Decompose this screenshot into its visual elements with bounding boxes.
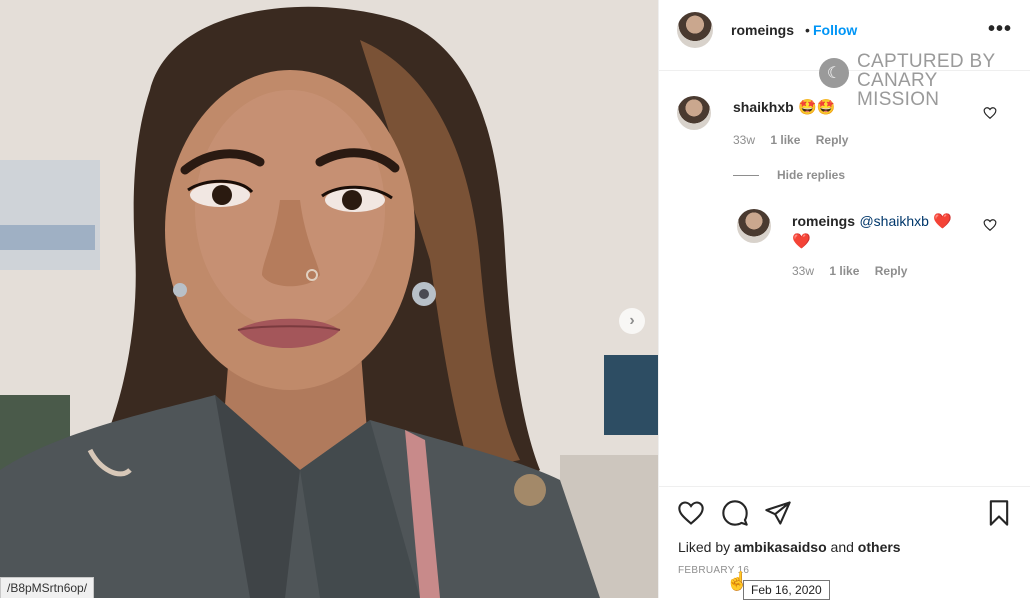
hide-replies-button[interactable]: Hide replies <box>777 168 845 182</box>
watermark-text: CAPTURED BY CANARY MISSION <box>857 52 1024 109</box>
reply-time: 33w <box>792 264 815 278</box>
reply-likes[interactable]: 1 like <box>829 264 859 278</box>
comment-username[interactable]: shaikhxb <box>733 99 794 115</box>
comment-meta: 33w 1 like Reply <box>733 133 860 147</box>
header-username[interactable]: romeings <box>731 22 794 38</box>
bookmark-icon[interactable] <box>985 499 1013 527</box>
reply-text: ❤️ <box>933 213 953 230</box>
liked-and: and <box>830 539 854 555</box>
avatar[interactable] <box>737 209 771 243</box>
liked-others-link[interactable]: others <box>858 539 901 555</box>
date-tooltip: Feb 16, 2020 <box>743 580 830 600</box>
liked-by: Liked by ambikasaidso and others <box>678 539 901 555</box>
reply-button[interactable]: Reply <box>816 133 849 147</box>
reply-text-2: ❤️ <box>792 233 811 250</box>
reply-button[interactable]: Reply <box>875 264 908 278</box>
more-horizontal-icon[interactable]: ••• <box>988 18 1012 41</box>
status-url: /B8pMSrtn6op/ <box>0 577 95 598</box>
follow-button[interactable]: Follow <box>813 22 857 38</box>
watermark-line-2: CANARY MISSION <box>857 70 940 110</box>
comment-icon[interactable] <box>721 499 749 527</box>
comment-time: 33w <box>733 133 756 147</box>
heart-icon[interactable] <box>983 218 997 232</box>
comment-body: shaikhxb 🤩🤩 <box>733 98 836 117</box>
heart-icon[interactable] <box>677 499 705 527</box>
chevron-right-icon: › <box>629 312 635 329</box>
mention-link[interactable]: @shaikhxb <box>859 213 928 229</box>
comment-text: 🤩🤩 <box>798 99 836 116</box>
post-actions: Liked by ambikasaidso and others FEBRUAR… <box>659 486 1030 599</box>
portrait-image <box>0 0 658 598</box>
canary-logo-icon: ☾ <box>819 58 849 88</box>
avatar[interactable] <box>677 12 713 48</box>
divider <box>733 175 759 176</box>
reply-body: romeings @shaikhxb ❤️ ❤️ <box>792 211 967 252</box>
separator-dot: • <box>805 22 810 38</box>
liked-user-link[interactable]: ambikasaidso <box>734 539 827 555</box>
liked-prefix: Liked by <box>678 539 731 555</box>
post-side-panel: romeings • Follow ••• ☾ CAPTURED BY CANA… <box>658 0 1030 598</box>
reply-meta: 33w 1 like Reply <box>792 264 919 278</box>
next-photo-button[interactable]: › <box>619 308 645 334</box>
post-photo[interactable]: › /B8pMSrtn6op/ <box>0 0 658 598</box>
heart-icon[interactable] <box>983 106 997 120</box>
watermark-line-1: CAPTURED BY <box>857 51 996 72</box>
share-icon[interactable] <box>764 499 792 527</box>
comment-likes[interactable]: 1 like <box>770 133 800 147</box>
avatar[interactable] <box>677 96 711 130</box>
reply-username[interactable]: romeings <box>792 213 855 229</box>
watermark: ☾ CAPTURED BY CANARY MISSION <box>819 52 1024 109</box>
